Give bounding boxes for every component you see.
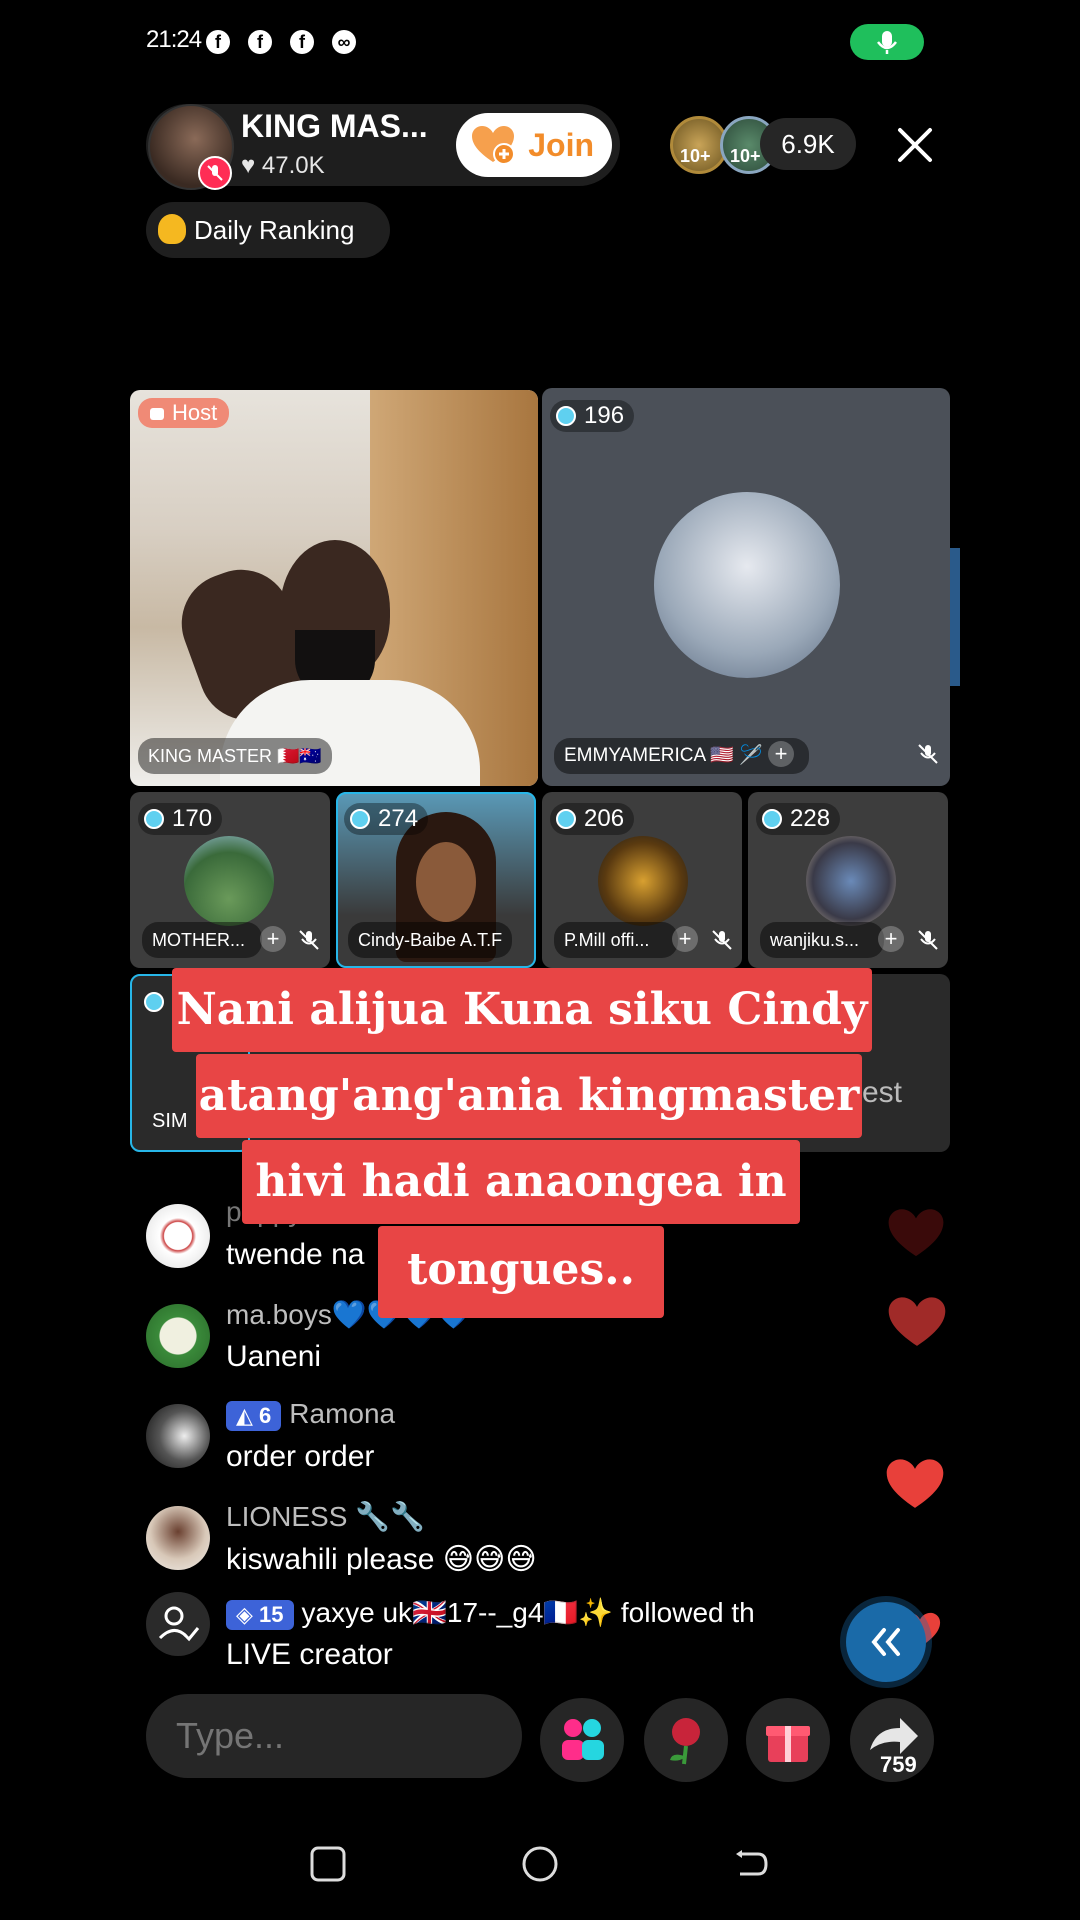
double-chevron-left-icon xyxy=(871,1628,900,1656)
coin-icon xyxy=(144,992,164,1012)
floating-heart-icon xyxy=(888,1209,944,1257)
coin-icon xyxy=(556,406,576,426)
collapse-button[interactable] xyxy=(846,1602,926,1682)
recent-apps-icon[interactable] xyxy=(308,1844,348,1884)
host-likes-count: 47.0K xyxy=(261,152,325,179)
rose-icon xyxy=(670,1718,700,1765)
chat-avatar[interactable] xyxy=(146,1592,210,1656)
chat-avatar[interactable] xyxy=(146,1404,210,1468)
host-name: KING MAS... xyxy=(241,108,428,144)
thumbs-up-icon xyxy=(158,214,186,244)
follow-plus-button[interactable]: + xyxy=(878,926,904,952)
chat-username-row: ◭ 6 Ramona xyxy=(226,1398,395,1431)
home-icon[interactable] xyxy=(520,1844,560,1884)
coin-icon xyxy=(350,809,370,829)
guest-avatar xyxy=(598,836,688,926)
microphone-icon xyxy=(877,31,897,54)
facebook-icon: f xyxy=(248,30,272,54)
mic-active-indicator[interactable] xyxy=(850,24,924,60)
host-name-label: KING MASTER 🇧🇭🇦🇺 xyxy=(138,738,332,774)
chat-username[interactable]: LIONESS 🔧🔧 xyxy=(226,1500,425,1533)
coin-icon xyxy=(762,809,782,829)
follow-plus-button[interactable]: + xyxy=(260,926,286,952)
heart-icon: ♥ xyxy=(241,152,256,179)
caption-line: atang'ang'ania kingmaster xyxy=(196,1054,862,1138)
floating-heart-icon xyxy=(886,1459,944,1508)
rose-gift-button[interactable] xyxy=(644,1698,728,1782)
chat-username-row: ◈ 15 yaxye uk🇬🇧17--_g4🇫🇷✨ followed th xyxy=(226,1596,755,1630)
guest-name-label: MOTHER... xyxy=(142,922,262,958)
chat-message: LIVE creator xyxy=(226,1638,393,1671)
host-likes: ♥ 47.0K xyxy=(241,152,325,180)
facebook-icon: f xyxy=(290,30,314,54)
guest-avatar xyxy=(184,836,274,926)
coin-icon xyxy=(144,809,164,829)
close-icon[interactable] xyxy=(894,124,936,166)
chat-message: kiswahili please 😅😅😅 xyxy=(226,1543,537,1576)
host-tag-label: Host xyxy=(172,400,218,425)
muted-mic-icon xyxy=(918,744,938,764)
floating-heart-icon xyxy=(888,1297,946,1346)
guest-tile[interactable] xyxy=(542,388,950,786)
guest-label: est xyxy=(862,1076,903,1109)
side-scroll-handle[interactable] xyxy=(950,548,960,686)
share-count: 759 xyxy=(880,1752,917,1777)
gift-icon xyxy=(766,1726,810,1762)
muted-mic-icon xyxy=(299,930,319,950)
follow-plus-button[interactable]: + xyxy=(768,741,794,767)
facebook-icon: f xyxy=(206,30,230,54)
level-value: 15 xyxy=(259,1601,284,1627)
muted-mic-icon xyxy=(712,930,732,950)
chat-message: twende na xyxy=(226,1238,365,1271)
level-icon: ◭ xyxy=(236,1402,260,1428)
muted-mic-icon xyxy=(198,156,232,190)
chat-avatar[interactable] xyxy=(146,1204,210,1268)
chat-avatar[interactable] xyxy=(146,1304,210,1368)
viewer-badge: 10+ xyxy=(680,146,711,166)
follow-plus-button[interactable]: + xyxy=(672,926,698,952)
guest-avatar xyxy=(806,836,896,926)
caption-line: hivi hadi anaongea in xyxy=(242,1140,800,1224)
guest-name-label: SIM xyxy=(152,1110,188,1132)
guests-button[interactable] xyxy=(540,1698,624,1782)
chat-message: Uaneni xyxy=(226,1340,322,1373)
muted-mic-icon xyxy=(918,930,938,950)
level-badge: ◭ 6 xyxy=(226,1400,282,1431)
chat-avatar[interactable] xyxy=(146,1506,210,1570)
viewer-count[interactable]: 6.9K xyxy=(760,118,856,170)
guest-name-label: Cindy-Baibe A.T.F xyxy=(348,922,513,958)
user-followed-icon xyxy=(158,1606,200,1642)
level-badge: ◈ 15 xyxy=(226,1599,294,1630)
comment-input[interactable] xyxy=(146,1694,522,1778)
back-icon[interactable] xyxy=(730,1844,770,1884)
caption-line: tongues.. xyxy=(378,1226,664,1318)
heart-plus-icon xyxy=(472,126,515,165)
chat-message: order order xyxy=(226,1440,375,1473)
game-icon: ∞ xyxy=(332,30,356,54)
guest-avatar xyxy=(654,492,840,678)
host-video-tile[interactable] xyxy=(130,390,538,786)
chat-username[interactable]: Ramona xyxy=(289,1398,395,1429)
host-badge-icon xyxy=(150,408,164,420)
viewer-badge: 10+ xyxy=(730,146,761,166)
share-button[interactable]: 759 xyxy=(850,1698,934,1782)
level-value: 6 xyxy=(259,1402,272,1428)
multi-guest-icon xyxy=(562,1719,604,1760)
caption-line: Nani alijua Kuna siku Cindy xyxy=(172,968,872,1052)
gift-button[interactable] xyxy=(746,1698,830,1782)
status-time: 21:24 xyxy=(146,26,202,53)
guest-name-label: wanjiku.s... xyxy=(760,922,884,958)
level-icon: ◈ xyxy=(236,1601,260,1627)
coin-icon xyxy=(556,809,576,829)
guest-name-label: P.Mill offi... xyxy=(554,922,678,958)
chat-username[interactable]: yaxye uk🇬🇧17--_g4🇫🇷✨ followed th xyxy=(302,1597,755,1628)
